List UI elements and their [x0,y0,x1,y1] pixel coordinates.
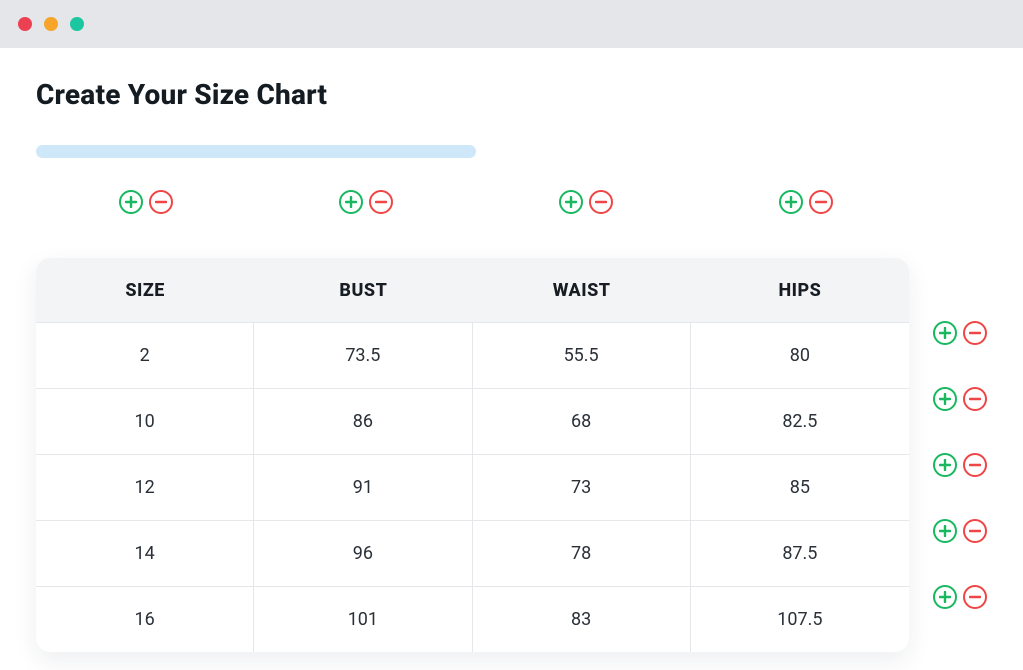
cell-waist[interactable]: 73 [473,455,691,520]
cell-bust[interactable]: 91 [254,455,472,520]
remove-column-icon[interactable] [809,190,833,214]
table-header: SIZE BUST WAIST HIPS [36,258,909,322]
row-controls [933,564,987,630]
cell-waist[interactable]: 68 [473,389,691,454]
cell-waist[interactable]: 83 [473,587,691,652]
cell-hips[interactable]: 87.5 [691,521,909,586]
size-chart-table: SIZE BUST WAIST HIPS 2 73.5 55.5 80 10 8… [36,258,909,652]
cell-bust[interactable]: 73.5 [254,323,472,388]
table-row: 16 101 83 107.5 [36,586,909,652]
remove-row-icon[interactable] [963,519,987,543]
column-controls-hips [696,190,916,214]
cell-bust[interactable]: 86 [254,389,472,454]
remove-row-icon[interactable] [963,585,987,609]
cell-hips[interactable]: 85 [691,455,909,520]
col-header-bust: BUST [254,280,472,301]
cell-bust[interactable]: 96 [254,521,472,586]
cell-waist[interactable]: 55.5 [473,323,691,388]
column-controls-bust [256,190,476,214]
add-row-icon[interactable] [933,321,957,345]
add-row-icon[interactable] [933,453,957,477]
remove-column-icon[interactable] [589,190,613,214]
cell-hips[interactable]: 107.5 [691,587,909,652]
cell-bust[interactable]: 101 [254,587,472,652]
remove-row-icon[interactable] [963,321,987,345]
add-row-icon[interactable] [933,387,957,411]
table-row: 12 91 73 85 [36,454,909,520]
row-controls-column [933,236,987,630]
cell-waist[interactable]: 78 [473,521,691,586]
remove-column-icon[interactable] [149,190,173,214]
row-controls [933,300,987,366]
col-header-hips: HIPS [691,280,909,301]
add-column-icon[interactable] [779,190,803,214]
window-zoom-dot[interactable] [70,17,84,31]
table-row: 2 73.5 55.5 80 [36,322,909,388]
table-row: 10 86 68 82.5 [36,388,909,454]
col-header-size: SIZE [36,280,254,301]
cell-size[interactable]: 16 [36,587,254,652]
row-controls [933,432,987,498]
cell-size[interactable]: 14 [36,521,254,586]
table-row: 14 96 78 87.5 [36,520,909,586]
add-column-icon[interactable] [559,190,583,214]
add-column-icon[interactable] [339,190,363,214]
window-titlebar [0,0,1023,48]
window-close-dot[interactable] [18,17,32,31]
column-controls-size [36,190,256,214]
column-controls-row [36,190,916,214]
row-controls [933,498,987,564]
remove-row-icon[interactable] [963,387,987,411]
cell-hips[interactable]: 82.5 [691,389,909,454]
col-header-waist: WAIST [473,280,691,301]
remove-column-icon[interactable] [369,190,393,214]
add-row-icon[interactable] [933,519,957,543]
window-minimize-dot[interactable] [44,17,58,31]
cell-size[interactable]: 12 [36,455,254,520]
add-row-icon[interactable] [933,585,957,609]
cell-size[interactable]: 10 [36,389,254,454]
cell-hips[interactable]: 80 [691,323,909,388]
add-column-icon[interactable] [119,190,143,214]
column-controls-waist [476,190,696,214]
page-title: Create Your Size Chart [36,78,987,111]
cell-size[interactable]: 2 [36,323,254,388]
row-controls [933,366,987,432]
remove-row-icon[interactable] [963,453,987,477]
progress-bar [36,145,476,158]
